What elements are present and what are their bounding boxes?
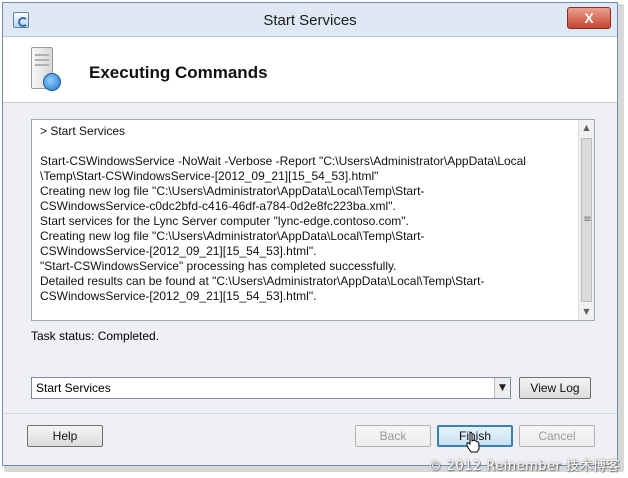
back-button[interactable]: Back [355, 425, 431, 447]
header-band: Executing Commands [3, 37, 617, 103]
title-bar[interactable]: Start Services X [3, 3, 617, 37]
log-line: Creating new log file "C:\Users\Administ… [40, 184, 425, 198]
vertical-scrollbar[interactable]: ▲ ≡ ▼ [578, 120, 594, 320]
close-button[interactable]: X [567, 7, 611, 29]
log-line: \Temp\Start-CSWindowsService-[2012_09_21… [40, 169, 379, 183]
scroll-down-icon[interactable]: ▼ [579, 304, 594, 320]
view-log-button[interactable]: View Log [519, 377, 591, 399]
log-line: CSWindowsService-[2012_09_21][15_54_53].… [40, 244, 317, 258]
log-line: CSWindowsService-c0dc2bfd-c416-46df-a784… [40, 199, 396, 213]
dropdown-arrow-icon[interactable]: ▼ [494, 378, 510, 398]
log-line: "Start-CSWindowsService" processing has … [40, 259, 397, 273]
scroll-up-icon[interactable]: ▲ [579, 120, 594, 136]
log-output[interactable]: > Start Services Start-CSWindowsService … [31, 119, 595, 321]
footer-divider [3, 413, 617, 414]
task-status: Task status: Completed. [31, 329, 160, 343]
cancel-button[interactable]: Cancel [519, 425, 595, 447]
log-line: Start services for the Lync Server compu… [40, 214, 409, 228]
mouse-cursor-icon [466, 431, 480, 453]
step-select[interactable]: Start Services ▼ [31, 377, 511, 399]
page-title: Executing Commands [89, 63, 268, 82]
log-line: > Start Services [40, 124, 126, 138]
log-line: CSWindowsService-[2012_09_21][15_54_53].… [40, 289, 317, 303]
log-line: Detailed results can be found at "C:\Use… [40, 274, 485, 288]
grip-icon: ≡ [583, 214, 592, 225]
window-title: Start Services [263, 12, 357, 29]
scroll-thumb[interactable]: ≡ [581, 138, 592, 302]
dialog-window: Start Services X Executing Commands > St… [2, 2, 618, 466]
help-button[interactable]: Help [27, 425, 103, 447]
server-refresh-icon [31, 47, 61, 93]
log-text: > Start Services Start-CSWindowsService … [40, 124, 576, 304]
log-line: Creating new log file "C:\Users\Administ… [40, 229, 425, 243]
log-line: Start-CSWindowsService -NoWait -Verbose … [40, 154, 526, 168]
watermark: © 2012 Reinember 技术博客 [428, 459, 620, 474]
step-select-value: Start Services [36, 381, 111, 395]
